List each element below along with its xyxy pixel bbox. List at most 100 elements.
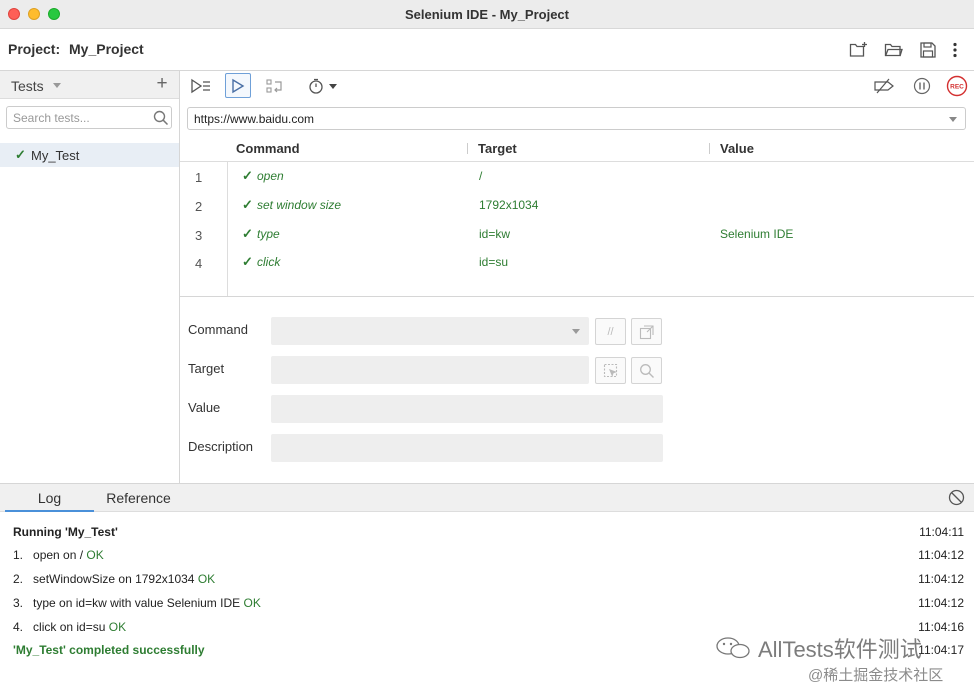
run-toolbar: REC xyxy=(180,71,974,100)
target-input[interactable] xyxy=(271,356,589,384)
log-text: setWindowSize on 1792x1034 xyxy=(33,572,195,586)
description-label: Description xyxy=(188,439,254,454)
command-row[interactable]: 2 ✓ set window size 1792x1034 xyxy=(180,191,974,220)
row-index: 4 xyxy=(195,256,203,271)
project-name[interactable]: My_Project xyxy=(69,41,144,57)
select-target-icon[interactable] xyxy=(595,357,626,384)
command-select[interactable] xyxy=(271,317,589,345)
log-text: open on / xyxy=(33,548,84,562)
row-target: id=su xyxy=(479,255,509,269)
search-icon xyxy=(153,110,169,126)
command-row[interactable]: 4 ✓ click id=su xyxy=(180,248,974,277)
log-time: 11:04:11 xyxy=(919,525,964,539)
search-tests-input[interactable] xyxy=(6,106,172,129)
pass-check-icon: ✓ xyxy=(242,254,253,269)
chevron-down-icon[interactable] xyxy=(53,83,61,88)
pass-check-icon: ✓ xyxy=(242,197,253,212)
log-entry: 3. type on id=kw with value Selenium IDE… xyxy=(13,596,261,610)
log-status: OK xyxy=(86,548,104,562)
command-label: Command xyxy=(188,322,248,337)
step-over-icon[interactable] xyxy=(263,73,287,98)
command-row[interactable]: 3 ✓ type id=kw Selenium IDE xyxy=(180,220,974,249)
comment-toggle-button[interactable]: // xyxy=(595,318,626,345)
record-icon[interactable]: REC xyxy=(945,73,969,98)
column-header-command: Command xyxy=(236,141,300,156)
base-url-select[interactable]: https://www.baidu.com xyxy=(187,107,966,130)
run-current-test-icon[interactable] xyxy=(225,73,251,98)
run-all-tests-icon[interactable] xyxy=(189,73,213,98)
log-entry: 1. open on / OK xyxy=(13,548,104,562)
log-running: Running 'My_Test' xyxy=(13,525,118,539)
row-index: 3 xyxy=(195,228,203,243)
log-status: OK xyxy=(243,596,261,610)
row-command: click xyxy=(257,255,281,269)
chevron-down-icon[interactable] xyxy=(949,117,957,122)
row-target: 1792x1034 xyxy=(479,198,539,212)
speed-timer-icon[interactable] xyxy=(307,73,341,98)
test-item-my-test[interactable]: ✓ My_Test xyxy=(0,143,179,167)
target-label: Target xyxy=(188,361,225,376)
pass-check-icon: ✓ xyxy=(242,226,253,241)
command-table: Command Target Value 1 ✓ open / 2 ✓ set … xyxy=(180,136,974,297)
column-divider[interactable] xyxy=(709,143,710,154)
value-input[interactable] xyxy=(271,395,663,423)
window-title: Selenium IDE - My_Project xyxy=(405,7,569,22)
tab-reference[interactable]: Reference xyxy=(94,484,183,512)
description-input[interactable] xyxy=(271,434,663,462)
comment-toggle-label: // xyxy=(607,325,614,338)
tests-dropdown[interactable]: Tests xyxy=(11,78,44,94)
pause-icon[interactable] xyxy=(911,73,933,98)
log-text: click on id=su xyxy=(33,620,106,634)
column-divider[interactable] xyxy=(467,143,468,154)
tab-log[interactable]: Log xyxy=(5,484,94,512)
base-url-value: https://www.baidu.com xyxy=(194,112,315,126)
row-command: open xyxy=(257,169,284,183)
clear-log-icon[interactable] xyxy=(948,489,965,506)
save-project-icon[interactable] xyxy=(918,40,938,60)
row-target: / xyxy=(479,169,483,183)
log-text: type on id=kw with value Selenium IDE xyxy=(33,596,241,610)
pass-check-icon: ✓ xyxy=(15,147,26,162)
row-index: 1 xyxy=(195,170,203,185)
command-row[interactable]: 1 ✓ open / xyxy=(180,162,974,191)
log-num: 3. xyxy=(13,596,24,610)
bottom-tabs: Log Reference xyxy=(0,484,974,512)
new-project-icon[interactable] xyxy=(849,40,869,60)
row-value: Selenium IDE xyxy=(720,227,794,241)
tests-header: Tests + xyxy=(0,71,179,99)
project-header: Project: My_Project xyxy=(0,29,974,71)
tests-sidebar: Tests + ✓ My_Test xyxy=(0,71,180,483)
log-time: 11:04:12 xyxy=(918,596,964,610)
row-command: type xyxy=(257,227,280,241)
log-num: 2. xyxy=(13,572,24,586)
svg-text:REC: REC xyxy=(950,83,964,90)
find-target-icon[interactable] xyxy=(631,357,662,384)
chevron-down-icon[interactable] xyxy=(572,329,580,334)
log-entry: 2. setWindowSize on 1792x1034 OK xyxy=(13,572,215,586)
open-project-icon[interactable] xyxy=(884,40,904,60)
log-time: 11:04:12 xyxy=(918,572,964,586)
watermark: AllTests软件测试 @稀土掘金技术社区 xyxy=(714,632,972,688)
title-bar: Selenium IDE - My_Project xyxy=(0,0,974,29)
log-status: OK xyxy=(197,572,216,586)
pass-check-icon: ✓ xyxy=(242,168,253,183)
log-time: 11:04:12 xyxy=(918,548,964,562)
value-label: Value xyxy=(188,400,221,415)
log-entry: 4. click on id=su OK xyxy=(13,620,126,634)
row-command: set window size xyxy=(257,198,342,212)
column-header-target: Target xyxy=(478,141,517,156)
disable-breakpoints-icon[interactable] xyxy=(872,73,896,98)
log-num: 1. xyxy=(13,548,24,562)
add-test-button[interactable]: + xyxy=(154,73,170,95)
test-name: My_Test xyxy=(31,148,80,163)
watermark-sub: @稀土掘金技术社区 xyxy=(808,667,944,684)
log-num: 4. xyxy=(13,620,24,634)
open-reference-icon[interactable] xyxy=(631,318,662,345)
log-status: OK xyxy=(108,620,127,634)
wechat-logo-icon xyxy=(716,637,750,659)
column-header-value: Value xyxy=(720,141,754,156)
more-options-icon[interactable] xyxy=(945,40,965,60)
watermark-main: AllTests软件测试 xyxy=(758,637,922,662)
row-index: 2 xyxy=(195,199,203,214)
project-label: Project: xyxy=(8,41,61,57)
